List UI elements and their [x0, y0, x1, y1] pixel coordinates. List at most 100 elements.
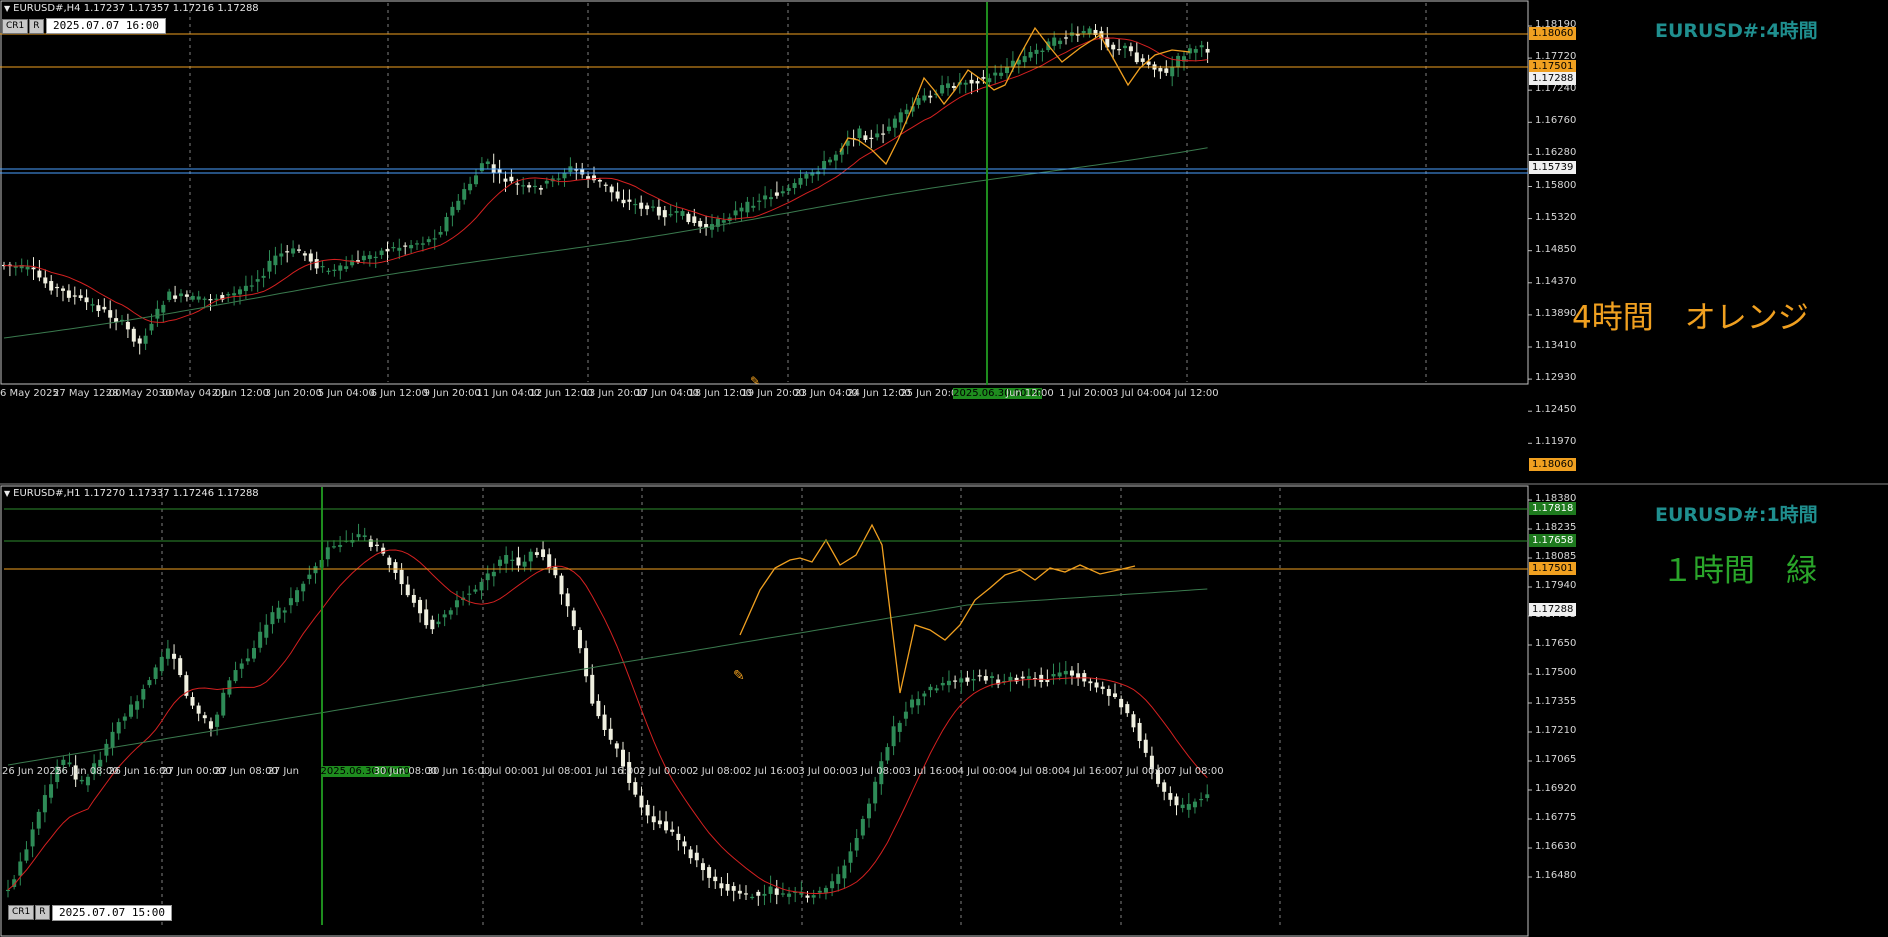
bottom-y-tick-label: 1.17940 [1535, 580, 1577, 591]
bottom-candle-body [922, 693, 927, 697]
top-candle-body [196, 296, 201, 300]
h4-chart-pane[interactable]: ✎ ▼ EURUSD#,H4 1.17237 1.17357 1.17216 1.… [0, 0, 1888, 483]
bottom-candle-body [208, 721, 213, 729]
bottom-candle-body [399, 569, 404, 585]
top-price-tag: 1.15739 [1529, 161, 1577, 174]
bottom-candle-body [1039, 674, 1044, 683]
top-candle-body [1164, 68, 1169, 73]
bottom-candle-body [1186, 804, 1191, 810]
bottom-candle-body [436, 621, 441, 625]
top-candle-body [332, 269, 337, 271]
bottom-y-tick-label: 1.17500 [1535, 667, 1577, 678]
top-candle-body [1170, 67, 1175, 77]
bottom-candle-body [270, 612, 275, 625]
bottom-candle-body [910, 699, 915, 708]
top-candle-body [167, 291, 172, 300]
bottom-y-tick-label: 1.17065 [1535, 754, 1577, 765]
bottom-candle-body [202, 715, 207, 719]
bottom-candle-body [522, 561, 527, 567]
top-candle-body [367, 255, 372, 259]
bottom-candle-body [375, 544, 379, 546]
top-candle-body [208, 299, 213, 301]
bottom-x-tick-label: 3 Jul 16:00 [904, 766, 959, 777]
top-candle-body [774, 192, 779, 196]
bottom-candle-body [584, 648, 589, 677]
top-candle-body [426, 239, 431, 243]
bottom-candle-body [805, 895, 810, 898]
top-candle-body [1193, 49, 1198, 53]
top-candle-body [373, 256, 378, 259]
top-candle-body [662, 210, 667, 218]
top-candle-body [1158, 68, 1163, 72]
bottom-candle-body [42, 795, 47, 813]
bottom-candle-body [36, 811, 41, 829]
top-x-tick-label: 5 Jun 04:00 [317, 388, 375, 399]
h1-crosshair-date: 2025.07.07 15:00 [52, 905, 172, 921]
top-candle-body [792, 183, 797, 188]
top-y-tick-label: 1.14850 [1535, 243, 1577, 255]
bottom-candle-body [971, 678, 976, 681]
h4-r-button[interactable]: R [29, 19, 44, 34]
top-candle-body [1199, 45, 1204, 48]
top-candle-body [627, 199, 632, 202]
bottom-candle-body [1131, 714, 1136, 728]
h4-crosshair-date: 2025.07.07 16:00 [46, 18, 166, 34]
top-candle-body [999, 72, 1004, 76]
h1-r-button[interactable]: R [35, 905, 50, 920]
top-candle-body [544, 180, 549, 184]
bottom-candle-body [178, 658, 183, 676]
bottom-candle-body [387, 557, 392, 566]
bottom-candle-body [1069, 670, 1074, 676]
top-candle-body [485, 161, 490, 165]
top-candle-body [308, 253, 313, 262]
bottom-candle-body [215, 714, 220, 727]
bottom-candle-body [602, 714, 607, 730]
bottom-candle-body [313, 566, 318, 574]
top-x-tick-label: 3 Jul 04:00 [1112, 388, 1166, 399]
top-candle-body [751, 205, 756, 208]
h1-cr1-button[interactable]: CR1 [8, 905, 35, 920]
collapse-triangle-icon[interactable]: ▼ [4, 4, 10, 13]
top-candle-body [1022, 56, 1027, 63]
bottom-candle-body [448, 610, 453, 615]
top-candle-body [297, 249, 301, 251]
bottom-candle-body [848, 851, 853, 863]
top-x-tick-label: 6 May 2025 [0, 388, 59, 399]
bottom-candle-body [61, 759, 66, 766]
top-y-tick-label: 1.12930 [1535, 372, 1577, 384]
bottom-candle-body [1192, 801, 1197, 808]
h1-chart-canvas[interactable]: ✎ [0, 485, 1888, 937]
bottom-candle-body [1125, 704, 1130, 714]
top-candle-body [1052, 37, 1057, 46]
bottom-candle-body [639, 795, 644, 808]
top-candle-body [621, 199, 626, 204]
bottom-candle-body [750, 896, 755, 899]
h4-cr1-button[interactable]: CR1 [2, 19, 29, 34]
top-candle-body [822, 160, 827, 169]
h1-cr-buttons: CR1 R [8, 905, 50, 920]
bottom-candle-body [990, 676, 994, 678]
h4-chart-canvas[interactable]: ✎ [0, 0, 1888, 483]
bottom-candle-body [491, 571, 496, 577]
top-candle-body [1117, 49, 1122, 51]
bottom-candle-body [836, 874, 841, 884]
top-candle-body [887, 126, 891, 131]
top-candle-body [969, 79, 974, 84]
bottom-candle-body [24, 849, 29, 861]
bottom-candle-body [756, 891, 761, 896]
top-candle-body [597, 179, 602, 182]
top-candle-body [243, 285, 248, 291]
bottom-x-tick-label: 1 Jul 16:00 [586, 766, 640, 777]
top-candle-body [31, 267, 36, 270]
top-candle-body [928, 95, 933, 98]
h1-chart-pane[interactable]: ✎ ▼ EURUSD#,H1 1.17270 1.17337 1.17246 1.… [0, 458, 1888, 937]
bottom-candle-body [67, 762, 72, 765]
bottom-candle-body [657, 820, 662, 825]
top-candle-body [922, 95, 927, 101]
top-x-tick-label: Jun 12:00 [1006, 388, 1054, 399]
collapse-triangle-icon[interactable]: ▼ [4, 489, 10, 498]
h1-ohlc-text: EURUSD#,H1 1.17270 1.17337 1.17246 1.172… [13, 488, 259, 499]
top-candle-body [857, 128, 862, 139]
top-candle-body [556, 178, 561, 180]
top-candle-body [892, 118, 897, 128]
